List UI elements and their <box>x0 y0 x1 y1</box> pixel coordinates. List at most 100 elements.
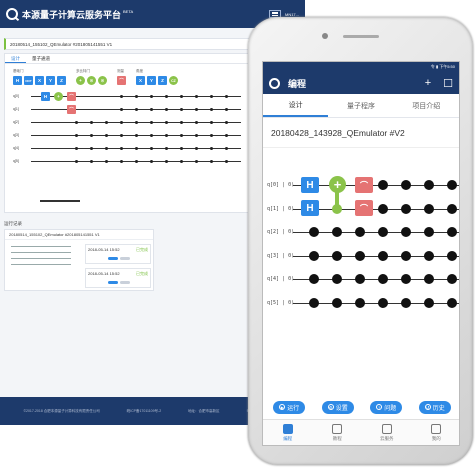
empty-slot[interactable] <box>150 121 153 124</box>
empty-slot[interactable] <box>447 250 457 261</box>
empty-slot[interactable] <box>332 227 342 237</box>
empty-slot[interactable] <box>120 95 123 98</box>
empty-slot[interactable] <box>150 95 153 98</box>
gate-swap[interactable]: ⊙ <box>87 76 96 85</box>
empty-slot[interactable] <box>120 160 123 163</box>
empty-slot[interactable] <box>165 147 168 150</box>
empty-slot[interactable] <box>309 227 319 237</box>
empty-slot[interactable] <box>355 297 365 308</box>
result-tag[interactable] <box>108 281 118 284</box>
tab-design[interactable]: 设计 <box>263 94 329 117</box>
empty-slot[interactable] <box>120 147 123 150</box>
empty-slot[interactable] <box>105 160 108 163</box>
save-icon[interactable]: ☐ <box>443 77 453 90</box>
nav-mine[interactable]: 我的 <box>412 420 460 445</box>
empty-slot[interactable] <box>309 274 319 284</box>
circuit-gate-measure[interactable]: ⌒ <box>67 105 76 114</box>
circuit-gate-cnot[interactable]: + <box>54 92 63 101</box>
empty-slot[interactable] <box>401 227 411 237</box>
empty-slot[interactable] <box>75 160 78 163</box>
horizontal-scrollbar[interactable] <box>40 200 80 202</box>
record-item[interactable]: 2018-05-14 15:52 已完成 <box>85 268 151 288</box>
tab-quantum-channel[interactable]: 量子通道 <box>26 54 56 63</box>
circuit-gate-h[interactable]: H <box>41 92 50 101</box>
empty-slot[interactable] <box>195 160 198 163</box>
empty-slot[interactable] <box>165 121 168 124</box>
empty-slot[interactable] <box>180 134 183 137</box>
circuit-gate-measure[interactable]: ⌒ <box>355 200 373 216</box>
gate-cz[interactable]: CZ <box>169 76 178 85</box>
circuit-gate-measure[interactable]: ⌒ <box>67 92 76 101</box>
empty-slot[interactable] <box>165 95 168 98</box>
detail-tag[interactable] <box>120 281 130 284</box>
empty-slot[interactable] <box>355 274 365 284</box>
empty-slot[interactable] <box>355 227 365 237</box>
empty-slot[interactable] <box>401 250 411 261</box>
circuit-gate-measure[interactable]: ⌒ <box>355 177 373 193</box>
add-icon[interactable]: + <box>425 77 431 90</box>
gate-not[interactable]: NOT <box>24 76 33 85</box>
empty-slot[interactable] <box>90 121 93 124</box>
empty-slot[interactable] <box>195 95 198 98</box>
circuit-gate-cnot[interactable]: + <box>329 176 346 193</box>
empty-slot[interactable] <box>105 147 108 150</box>
empty-slot[interactable] <box>401 274 411 284</box>
question-button[interactable]: ? 问题 <box>370 400 403 414</box>
tab-quantum-program[interactable]: 量子程序 <box>328 94 393 117</box>
empty-slot[interactable] <box>378 180 388 190</box>
gate-cnot[interactable]: + <box>76 76 85 85</box>
empty-slot[interactable] <box>355 250 365 261</box>
empty-slot[interactable] <box>447 297 457 308</box>
gate-rz[interactable]: Z <box>158 76 167 85</box>
empty-slot[interactable] <box>401 180 411 190</box>
empty-slot[interactable] <box>210 95 213 98</box>
empty-slot[interactable] <box>447 274 457 284</box>
gate-z[interactable]: Z <box>57 76 66 85</box>
user-label[interactable]: MN17... <box>285 12 299 17</box>
detail-tag[interactable] <box>120 257 130 260</box>
empty-slot[interactable] <box>225 134 228 137</box>
empty-slot[interactable] <box>90 134 93 137</box>
settings-button[interactable]: ⚙ 设置 <box>321 400 354 414</box>
empty-slot[interactable] <box>180 121 183 124</box>
empty-slot[interactable] <box>75 134 78 137</box>
nav-tutorial[interactable]: 教程 <box>313 420 363 445</box>
empty-slot[interactable] <box>401 297 411 308</box>
empty-slot[interactable] <box>210 108 213 111</box>
gate-y[interactable]: Y <box>46 76 55 85</box>
empty-slot[interactable] <box>75 121 78 124</box>
empty-slot[interactable] <box>135 95 138 98</box>
phone-circuit[interactable]: q[0] | 0⟩ q[1] | 0⟩ q[2] | 0⟩ q[3] | 0⟩ q[4]… <box>263 167 459 392</box>
empty-slot[interactable] <box>309 297 319 308</box>
nav-cloud[interactable]: 云服务 <box>362 420 412 445</box>
empty-slot[interactable] <box>105 121 108 124</box>
empty-slot[interactable] <box>447 203 457 214</box>
tab-project-intro[interactable]: 项目介绍 <box>394 94 459 117</box>
gate-toffoli[interactable]: ⊙ <box>98 76 107 85</box>
empty-slot[interactable] <box>135 121 138 124</box>
empty-slot[interactable] <box>90 160 93 163</box>
run-button[interactable]: ▶ 运行 <box>273 400 306 414</box>
gate-rx[interactable]: X <box>136 76 145 85</box>
empty-slot[interactable] <box>225 95 228 98</box>
gate-h[interactable]: H <box>13 76 22 85</box>
record-item[interactable]: 2018-05-14 15:52 已完成 <box>85 244 151 264</box>
circuit-gate-h[interactable]: H <box>301 177 319 193</box>
empty-slot[interactable] <box>424 227 434 237</box>
empty-slot[interactable] <box>210 147 213 150</box>
empty-slot[interactable] <box>180 108 183 111</box>
empty-slot[interactable] <box>225 147 228 150</box>
empty-slot[interactable] <box>225 160 228 163</box>
empty-slot[interactable] <box>378 203 388 214</box>
empty-slot[interactable] <box>378 227 388 237</box>
empty-slot[interactable] <box>424 297 434 308</box>
empty-slot[interactable] <box>225 121 228 124</box>
empty-slot[interactable] <box>424 274 434 284</box>
empty-slot[interactable] <box>150 134 153 137</box>
empty-slot[interactable] <box>165 134 168 137</box>
empty-slot[interactable] <box>401 203 411 214</box>
empty-slot[interactable] <box>150 108 153 111</box>
empty-slot[interactable] <box>447 180 457 190</box>
empty-slot[interactable] <box>332 250 342 261</box>
empty-slot[interactable] <box>120 121 123 124</box>
